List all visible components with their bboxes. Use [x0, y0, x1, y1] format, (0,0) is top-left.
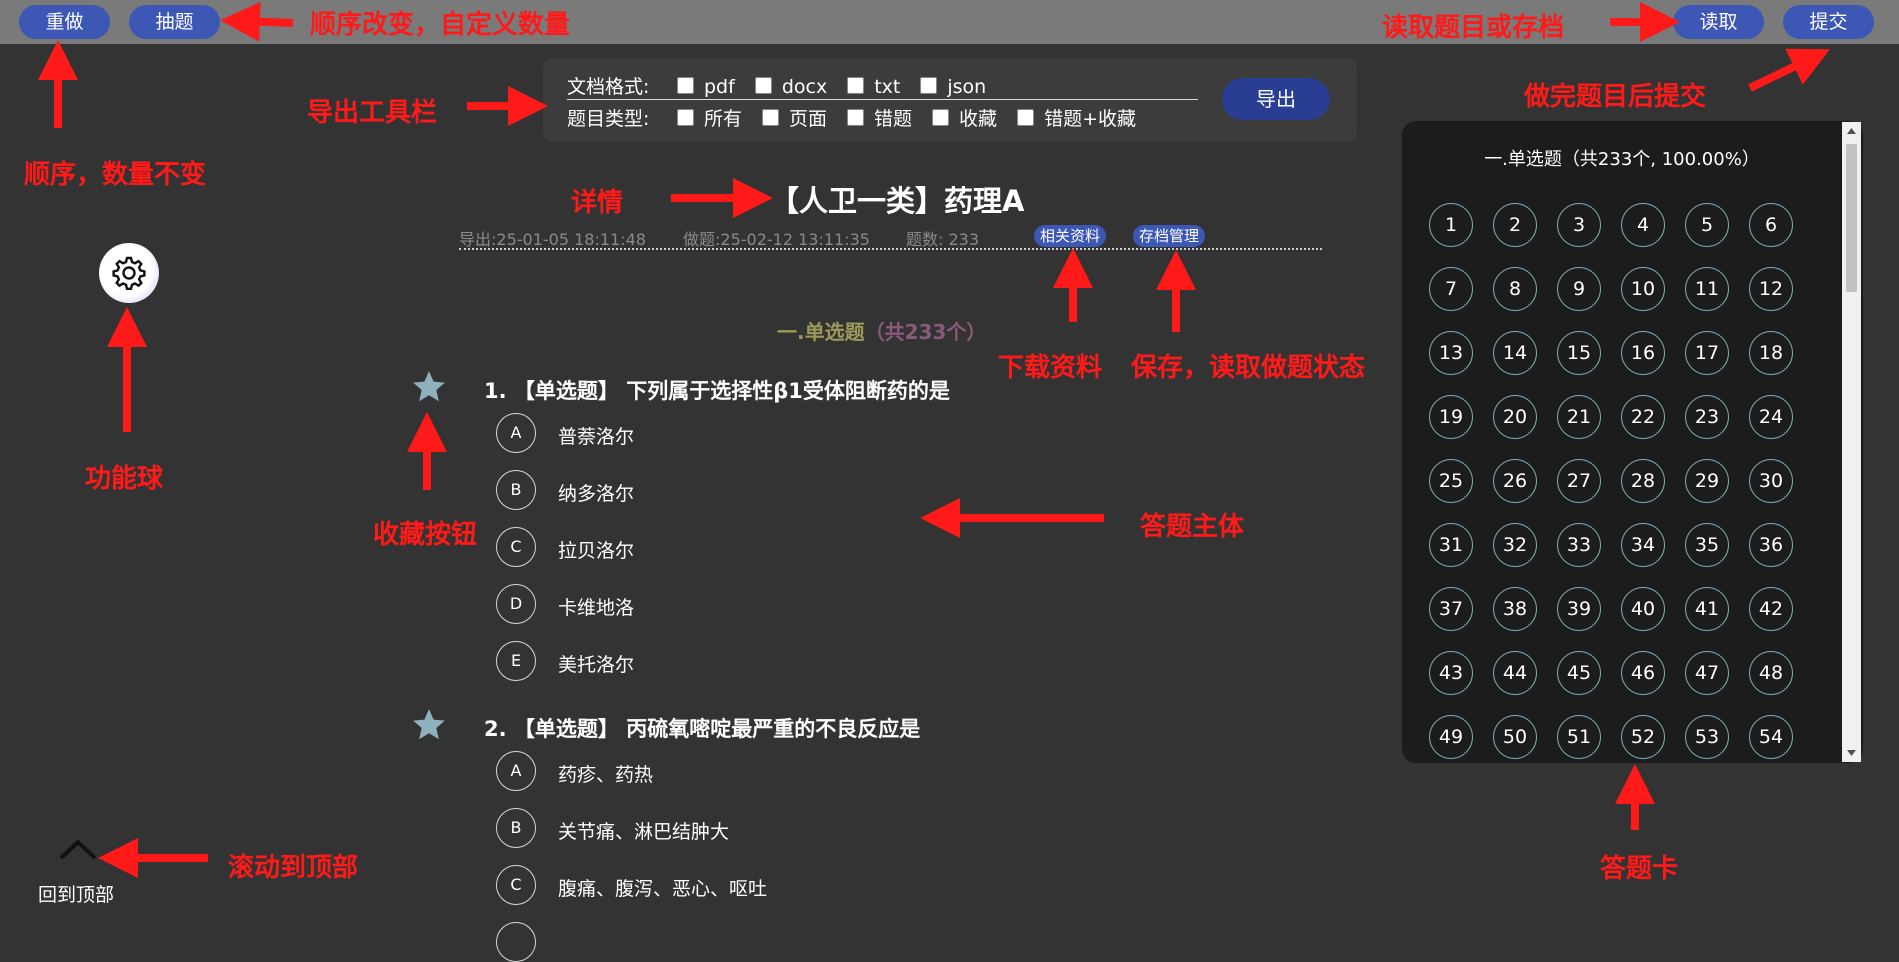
- annotation-main: 答题主体: [1140, 512, 1245, 542]
- annotation-save-state: 保存，读取做题状态: [1131, 353, 1366, 383]
- arrow: [1748, 48, 1831, 92]
- annotation-function-ball: 功能球: [85, 464, 164, 494]
- annotation-read: 读取题目或存档: [1382, 13, 1565, 43]
- annotation-order-same: 顺序，数量不变: [24, 160, 207, 190]
- annotation-export-toolbar: 导出工具栏: [307, 98, 438, 128]
- annotation-answer-card: 答题卡: [1600, 854, 1679, 884]
- annotation-submit: 做完题目后提交: [1524, 82, 1707, 112]
- annotation-favorite: 收藏按钮: [373, 520, 478, 550]
- annotation-download: 下载资料: [998, 353, 1103, 383]
- arrow: [220, 1, 294, 42]
- annotation-detail: 详情: [571, 188, 624, 218]
- annotation-scroll-top: 滚动到顶部: [228, 853, 359, 883]
- annotation-order-change: 顺序改变，自定义数量: [310, 10, 571, 40]
- annotation-arrows: [38, 1, 1831, 878]
